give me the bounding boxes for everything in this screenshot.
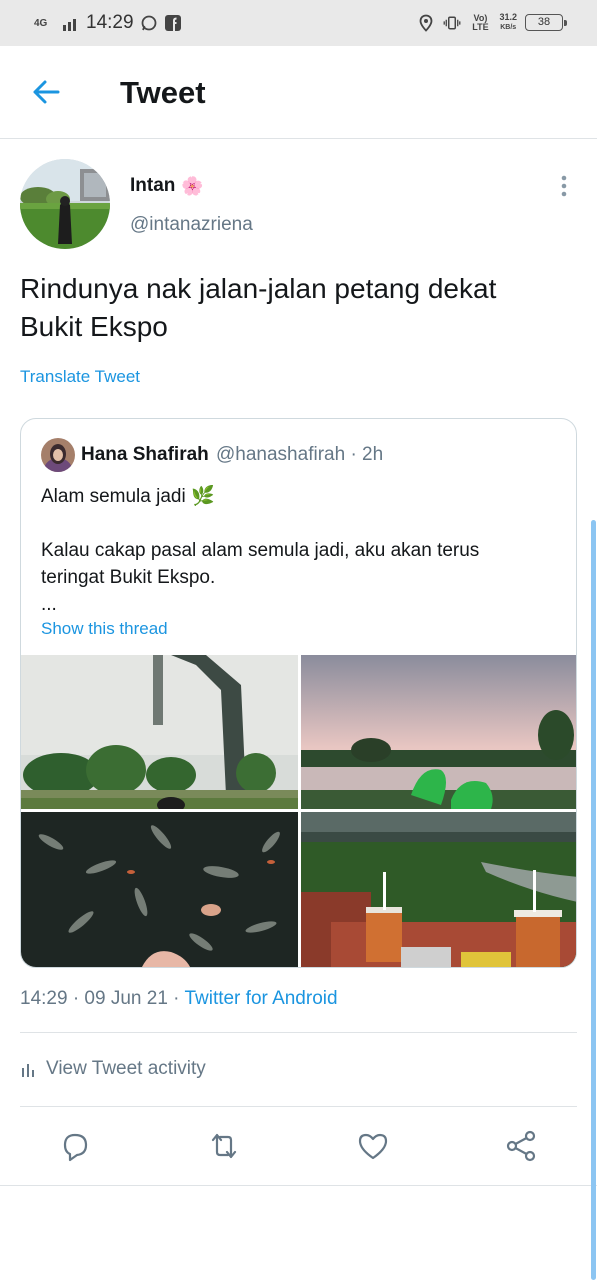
back-button[interactable] [28, 74, 64, 110]
quoted-line-4: ... [41, 594, 57, 615]
quoted-author-handle: @hanashafirah [216, 444, 346, 465]
whatsapp-icon [141, 15, 156, 31]
divider [20, 1032, 577, 1033]
cherry-blossom-emoji: 🌸 [181, 175, 204, 196]
signal-icon [63, 19, 76, 31]
quoted-line-2 [41, 510, 541, 537]
author-name[interactable]: Intan 🌸 [130, 175, 204, 197]
quoted-author-name: Hana Shafirah [81, 444, 209, 465]
author-name-text: Intan [130, 175, 176, 196]
share-icon [506, 1130, 536, 1162]
retweet-icon [211, 1133, 237, 1159]
translate-tweet-link[interactable]: Translate Tweet [20, 367, 140, 387]
quoted-author-meta: @hanashafirah · 2h [216, 444, 383, 466]
arrow-left-icon [33, 80, 60, 104]
tweet-source-link[interactable]: Twitter for Android [184, 988, 337, 1009]
more-options-button[interactable] [554, 172, 574, 200]
battery-indicator: 38 [525, 14, 567, 31]
more-vertical-icon [561, 175, 567, 197]
page-title: Tweet [120, 75, 206, 110]
tweet-text: Rindunya nak jalan-jalan petang dekat Bu… [20, 273, 497, 342]
view-tweet-activity-button[interactable]: View Tweet activity [20, 1058, 206, 1080]
media-photo-4[interactable] [301, 812, 576, 967]
tower-photo [21, 655, 298, 809]
like-button[interactable] [353, 1126, 393, 1166]
media-photo-2[interactable] [301, 655, 576, 809]
quoted-tweet[interactable]: Hana Shafirah @hanashafirah · 2h Alam se… [20, 418, 577, 968]
author-handle[interactable]: @intanazriena [130, 214, 253, 236]
divider [20, 1106, 577, 1107]
share-button[interactable] [502, 1126, 542, 1166]
tweet-timestamp: 14:29 · 09 Jun 21 · [20, 988, 185, 1009]
quoted-tweet-time: · 2h [350, 444, 384, 465]
top-app-bar: Tweet [0, 46, 597, 139]
quoted-tweet-text: Alam semula jadi 🌿 Kalau cakap pasal ala… [41, 483, 541, 618]
quoted-avatar-image [41, 438, 75, 472]
media-photo-1[interactable] [21, 655, 298, 809]
media-photo-3[interactable] [21, 812, 298, 967]
view-tweet-activity-label: View Tweet activity [46, 1058, 206, 1079]
show-thread-link[interactable]: Show this thread [41, 619, 168, 639]
status-bar: 4G 14:29 Vo) LTE 31.2 KB/s 38 [0, 0, 597, 46]
retweet-button[interactable] [204, 1126, 244, 1166]
data-speed: 31.2 KB/s [499, 13, 517, 32]
facebook-icon [164, 15, 181, 31]
speed-value: 31.2 [499, 12, 517, 22]
network-indicator: 4G [34, 17, 48, 29]
reply-icon [63, 1133, 88, 1162]
location-icon [420, 14, 433, 32]
quoted-line-1: Alam semula jadi 🌿 [41, 486, 215, 507]
heart-icon [358, 1133, 388, 1160]
fish-pond-photo [21, 812, 298, 967]
media-grid [21, 655, 576, 967]
scrollbar[interactable] [591, 520, 596, 1280]
speed-unit: KB/s [500, 24, 517, 31]
vibrate-icon [444, 16, 461, 29]
author-avatar[interactable] [20, 159, 110, 249]
quoted-line-3: Kalau cakap pasal alam semula jadi, aku … [41, 540, 480, 588]
tweet-action-bar [0, 1122, 597, 1186]
reply-button[interactable] [55, 1126, 95, 1166]
tweet-metadata: 14:29 · 09 Jun 21 · Twitter for Android [20, 988, 338, 1010]
status-time: 14:29 [86, 12, 134, 33]
drinks-field-photo [301, 812, 576, 967]
avatar-image [20, 159, 110, 249]
bar-chart-icon [22, 1064, 34, 1077]
volte-indicator: Vo) LTE [472, 12, 489, 32]
quoted-author-avatar [41, 438, 75, 472]
lake-sunset-photo [301, 655, 576, 809]
